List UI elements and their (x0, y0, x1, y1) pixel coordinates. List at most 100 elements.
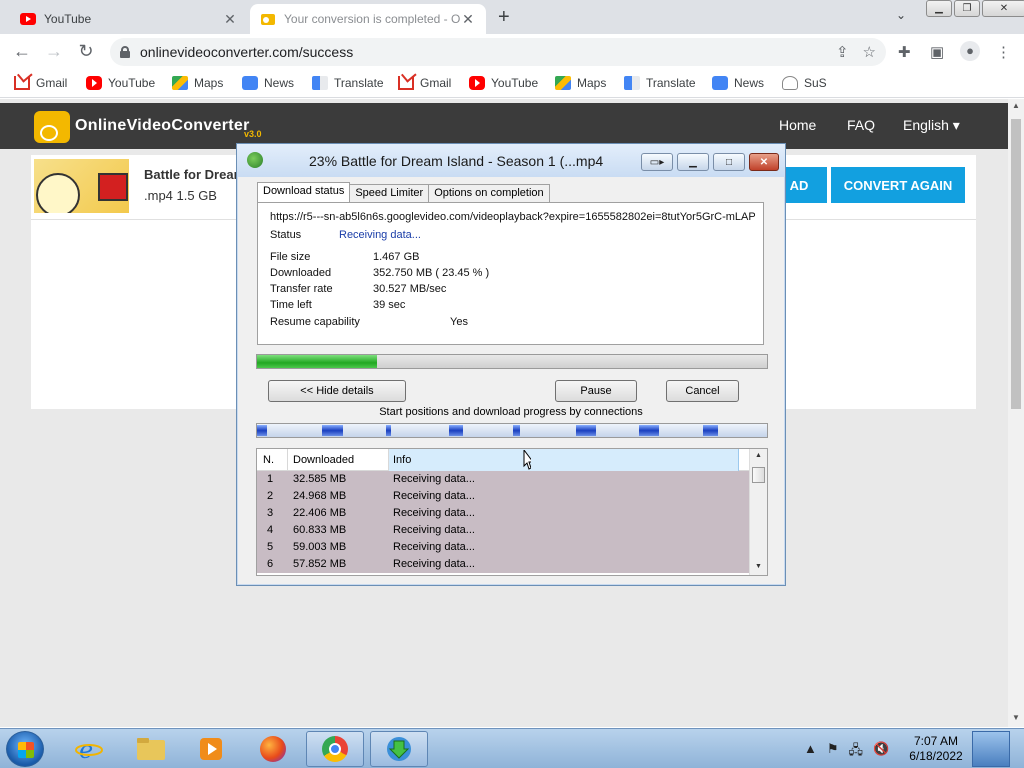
table-row[interactable]: 5 59.003 MB Receiving data... (257, 539, 749, 556)
file-explorer-icon[interactable] (122, 731, 180, 767)
scroll-down-icon[interactable]: ▼ (1012, 713, 1020, 722)
forward-icon[interactable]: → (42, 41, 66, 62)
internet-explorer-icon[interactable]: e (60, 731, 118, 767)
youtube-icon (20, 11, 36, 27)
bookmark-youtube[interactable]: YouTube (469, 76, 538, 90)
system-clock[interactable]: 7:07 AM 6/18/2022 (906, 734, 966, 764)
new-tab-button[interactable]: + (498, 6, 510, 29)
window-close-button[interactable]: ✕ (982, 0, 1024, 17)
restore-button[interactable]: ❐ (954, 0, 980, 17)
bookmark-gmail[interactable]: Gmail (398, 76, 451, 90)
nav-faq[interactable]: FAQ (847, 117, 875, 133)
system-tray: ▲ ⚑ 🖧 🔇 (804, 741, 889, 763)
network-icon[interactable]: 🖧 (849, 741, 864, 763)
maps-icon (555, 76, 571, 90)
tab-search-icon[interactable]: ⌄ (896, 8, 906, 22)
browser-toolbar: ← → ↻ onlinevideoconverter.com/success ⇪… (0, 34, 1024, 70)
table-row[interactable]: 1 32.585 MB Receiving data... (257, 471, 749, 488)
table-scrollbar[interactable]: ▲ ▼ (749, 449, 767, 575)
gmail-icon (14, 76, 30, 90)
start-button[interactable] (6, 731, 44, 767)
convert-again-button[interactable]: CONVERT AGAIN (831, 167, 965, 203)
scroll-thumb[interactable] (752, 467, 765, 483)
cancel-button[interactable]: Cancel (666, 380, 739, 402)
close-icon[interactable]: ✕ (460, 11, 476, 28)
pause-button[interactable]: Pause (555, 380, 637, 402)
tab-download-status[interactable]: Download status (257, 182, 351, 203)
table-header: N. Downloaded Info (257, 449, 749, 471)
dialog-titlebar[interactable]: 23% Battle for Dream Island - Season 1 (… (237, 144, 785, 177)
action-center-flag-icon[interactable]: ⚑ (827, 741, 839, 763)
nav-home[interactable]: Home (779, 117, 816, 133)
tray-overflow-icon[interactable]: ▲ (804, 741, 817, 763)
chrome-icon[interactable] (306, 731, 364, 767)
connection-segment (703, 425, 718, 436)
windows-taskbar: e ▲ ⚑ 🖧 🔇 7:07 AM 6/18/2022 (0, 728, 1024, 768)
scroll-down-icon[interactable]: ▼ (755, 563, 762, 570)
bookmark-youtube[interactable]: YouTube (86, 76, 155, 90)
ovc-icon (260, 11, 276, 27)
youtube-icon (469, 76, 485, 90)
site-logo-text[interactable]: OnlineVideoConverter (75, 117, 250, 135)
minimize-button[interactable]: ▁ (926, 0, 952, 17)
window-controls: ▁ ❐ ✕ (926, 0, 1024, 17)
table-row[interactable]: 3 22.406 MB Receiving data... (257, 505, 749, 522)
bookmark-news[interactable]: News (712, 76, 764, 90)
scroll-up-icon[interactable]: ▲ (1012, 101, 1020, 110)
connection-segment (257, 425, 267, 436)
page-scrollbar[interactable]: ▲ ▼ (1008, 99, 1024, 727)
connection-segment (322, 425, 343, 436)
connections-caption: Start positions and download progress by… (379, 406, 643, 418)
bookmark-star-icon[interactable]: ☆ (863, 43, 876, 61)
menu-kebab-icon[interactable]: ⋮ (996, 43, 1011, 61)
send-to-tray-button[interactable]: ▭▸ (641, 153, 673, 171)
address-bar[interactable]: onlinevideoconverter.com/success ⇪ ☆ (110, 38, 886, 66)
bookmark-translate[interactable]: Translate (624, 76, 696, 90)
volume-muted-icon[interactable]: 🔇 (873, 741, 889, 763)
column-downloaded[interactable]: Downloaded (293, 454, 354, 466)
tab-ovc[interactable]: Your conversion is completed - O ✕ (250, 4, 486, 34)
dialog-close-button[interactable]: ✕ (749, 153, 779, 171)
idm-taskbar-icon[interactable] (370, 731, 428, 767)
dialog-maximize-button[interactable]: □ (713, 153, 745, 171)
table-row[interactable]: 4 60.833 MB Receiving data... (257, 522, 749, 539)
dialog-minimize-button[interactable]: ▁ (677, 153, 709, 171)
profile-avatar[interactable]: ● (960, 41, 980, 61)
bookmark-gmail[interactable]: Gmail (14, 76, 67, 90)
side-panel-icon[interactable]: ▣ (930, 43, 944, 61)
bookmark-sus[interactable]: SuS (782, 76, 827, 90)
firefox-icon[interactable] (244, 731, 302, 767)
bookmark-news[interactable]: News (242, 76, 294, 90)
bookmark-translate[interactable]: Translate (312, 76, 384, 90)
transfer-rate-label: Transfer rate (270, 283, 333, 295)
bookmark-maps[interactable]: Maps (172, 76, 223, 90)
bookmark-maps[interactable]: Maps (555, 76, 606, 90)
column-n[interactable]: N. (263, 454, 274, 466)
media-player-icon[interactable] (182, 731, 240, 767)
show-desktop-button[interactable] (972, 731, 1010, 767)
downloaded-value: 352.750 MB ( 23.45 % ) (373, 267, 490, 279)
scroll-up-icon[interactable]: ▲ (755, 452, 762, 459)
nav-language[interactable]: English ▾ (903, 117, 960, 134)
svg-text:e: e (79, 736, 93, 763)
back-icon[interactable]: ← (10, 41, 34, 62)
column-info[interactable]: Info (393, 454, 411, 466)
tab-speed-limiter[interactable]: Speed Limiter (349, 184, 430, 203)
tab-options-on-completion[interactable]: Options on completion (428, 184, 550, 203)
reload-icon[interactable]: ↻ (74, 41, 98, 62)
tab-youtube[interactable]: YouTube ✕ (10, 4, 248, 34)
close-icon[interactable]: ✕ (222, 11, 238, 28)
extensions-icon[interactable]: ✚ (898, 43, 911, 61)
gmail-icon (398, 76, 414, 90)
ovc-logo-icon[interactable] (34, 111, 70, 143)
scroll-thumb[interactable] (1011, 119, 1021, 409)
progress-fill (257, 355, 377, 368)
table-row[interactable]: 2 24.968 MB Receiving data... (257, 488, 749, 505)
idm-icon (247, 152, 263, 168)
hide-details-button[interactable]: << Hide details (268, 380, 406, 402)
table-row[interactable]: 6 57.852 MB Receiving data... (257, 556, 749, 573)
translate-icon (624, 76, 640, 90)
connection-segment (639, 425, 659, 436)
share-icon[interactable]: ⇪ (836, 43, 849, 61)
dialog-title: 23% Battle for Dream Island - Season 1 (… (309, 153, 604, 169)
